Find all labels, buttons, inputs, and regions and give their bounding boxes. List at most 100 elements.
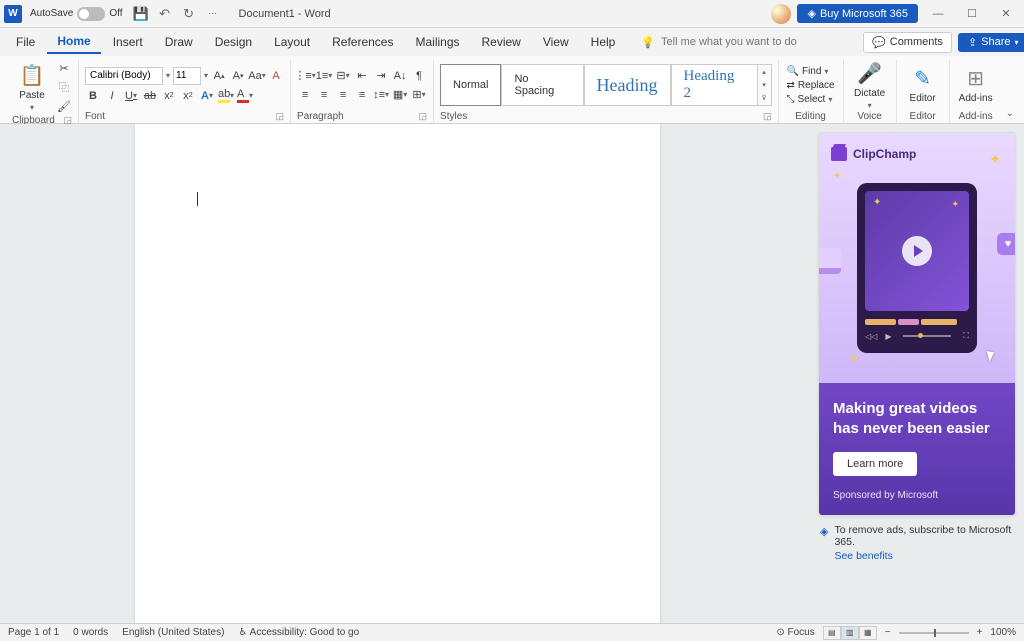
qat-customize[interactable]: ⋯ xyxy=(205,6,221,22)
zoom-in-button[interactable]: + xyxy=(977,627,983,638)
tab-mailings[interactable]: Mailings xyxy=(405,31,469,53)
replace-button[interactable]: ⇄Replace xyxy=(785,79,837,92)
learn-more-button[interactable]: Learn more xyxy=(833,452,917,476)
group-clipboard: 📋 Paste ▾ ✂ ⿻ 🖌 Clipboard◲ xyxy=(6,60,79,123)
read-mode-button[interactable]: ▤ xyxy=(823,626,841,640)
numbering-button[interactable]: 1≡▾ xyxy=(316,68,332,84)
save-icon: 💾 xyxy=(132,6,148,22)
paragraph-launcher[interactable]: ◲ xyxy=(419,111,428,122)
increase-indent-button[interactable]: ⇥ xyxy=(373,68,389,84)
tab-review[interactable]: Review xyxy=(472,31,531,53)
font-name-chevron-icon[interactable]: ▾ xyxy=(166,71,170,80)
clear-formatting-button[interactable]: A xyxy=(268,68,284,84)
chevron-down-icon[interactable]: ▾ xyxy=(868,101,872,110)
tab-design[interactable]: Design xyxy=(205,31,262,53)
user-avatar[interactable] xyxy=(771,4,791,24)
see-benefits-link[interactable]: See benefits xyxy=(834,550,1014,562)
paste-button[interactable]: 📋 Paste ▾ xyxy=(12,63,52,112)
minimize-button[interactable]: — xyxy=(924,2,952,26)
font-name-input[interactable] xyxy=(85,67,163,85)
styles-gallery-more[interactable]: ▴▾⊽ xyxy=(758,64,772,106)
subscript-button[interactable]: x2 xyxy=(161,88,177,104)
tab-home[interactable]: Home xyxy=(47,30,100,54)
accessibility-status[interactable]: ♿︎ Accessibility: Good to go xyxy=(238,627,359,638)
style-heading2[interactable]: Heading 2 xyxy=(671,64,758,106)
comments-button[interactable]: 💬 Comments xyxy=(863,32,952,53)
toggle-switch-icon[interactable] xyxy=(77,7,105,21)
styles-launcher[interactable]: ◲ xyxy=(763,111,772,122)
underline-button[interactable]: U▾ xyxy=(123,88,139,104)
editing-group-label: Editing xyxy=(795,111,826,122)
web-layout-button[interactable]: ▦ xyxy=(859,626,877,640)
page[interactable] xyxy=(135,124,660,623)
tab-help[interactable]: Help xyxy=(581,31,626,53)
italic-button[interactable]: I xyxy=(104,88,120,104)
redo-button[interactable]: ↻ xyxy=(181,6,197,22)
select-button[interactable]: ⤡Select▾ xyxy=(785,93,837,106)
tab-references[interactable]: References xyxy=(322,31,403,53)
font-size-chevron-icon[interactable]: ▾ xyxy=(204,71,208,80)
zoom-slider[interactable] xyxy=(899,632,969,634)
clipchamp-icon xyxy=(831,147,847,161)
chevron-down-icon[interactable]: ▾ xyxy=(30,103,34,112)
multilevel-list-button[interactable]: ⊟▾ xyxy=(335,68,351,84)
word-count[interactable]: 0 words xyxy=(73,627,108,638)
addins-button[interactable]: ⊞ Add-ins xyxy=(956,66,996,104)
font-launcher[interactable]: ◲ xyxy=(276,111,285,122)
save-button[interactable]: 💾 xyxy=(133,6,149,22)
language-indicator[interactable]: English (United States) xyxy=(122,627,224,638)
shading-button[interactable]: ▦▾ xyxy=(392,87,408,103)
dictate-button[interactable]: 🎤 Dictate ▾ xyxy=(850,61,890,110)
tell-me-search[interactable]: 💡 xyxy=(641,36,861,49)
find-button[interactable]: 🔍Find▾ xyxy=(785,65,837,78)
sort-button[interactable]: A↓ xyxy=(392,68,408,84)
change-case-button[interactable]: Aa▾ xyxy=(249,68,265,84)
copy-button[interactable]: ⿻ xyxy=(56,79,72,95)
align-right-button[interactable]: ≡ xyxy=(335,87,351,103)
tab-layout[interactable]: Layout xyxy=(264,31,320,53)
bold-button[interactable]: B xyxy=(85,88,101,104)
tab-file[interactable]: File xyxy=(6,31,45,53)
strikethrough-button[interactable]: ab xyxy=(142,88,158,104)
tell-me-input[interactable] xyxy=(661,36,861,48)
autosave-toggle[interactable]: AutoSave Off xyxy=(30,7,123,21)
editor-button[interactable]: ✎ Editor xyxy=(903,66,943,104)
undo-button[interactable]: ↶ xyxy=(157,6,173,22)
font-color-button[interactable]: A▾ xyxy=(237,88,253,104)
style-normal[interactable]: Normal xyxy=(440,64,501,106)
superscript-button[interactable]: x2 xyxy=(180,88,196,104)
collapse-ribbon-button[interactable]: ⌄ xyxy=(1002,104,1018,123)
font-size-input[interactable] xyxy=(173,67,201,85)
print-layout-button[interactable]: ▥ xyxy=(841,626,859,640)
borders-button[interactable]: ⊞▾ xyxy=(411,87,427,103)
justify-button[interactable]: ≡ xyxy=(354,87,370,103)
style-heading1[interactable]: Heading xyxy=(584,64,671,106)
grow-font-button[interactable]: A▴ xyxy=(211,68,227,84)
zoom-level[interactable]: 100% xyxy=(990,627,1016,638)
shrink-font-button[interactable]: A▾ xyxy=(230,68,246,84)
decrease-indent-button[interactable]: ⇤ xyxy=(354,68,370,84)
tab-draw[interactable]: Draw xyxy=(155,31,203,53)
tab-view[interactable]: View xyxy=(533,31,579,53)
format-painter-button[interactable]: 🖌 xyxy=(56,98,72,114)
focus-mode-button[interactable]: ⊙ Focus xyxy=(776,627,814,638)
highlight-button[interactable]: ab▾ xyxy=(218,88,234,104)
share-button[interactable]: ⇪ Share ▾ xyxy=(958,33,1024,52)
style-no-spacing[interactable]: No Spacing xyxy=(501,64,583,106)
show-marks-button[interactable]: ¶ xyxy=(411,68,427,84)
bullets-button[interactable]: ⋮≡▾ xyxy=(297,68,313,84)
cut-button[interactable]: ✂ xyxy=(56,60,72,76)
styles-group-label: Styles xyxy=(440,111,467,122)
zoom-out-button[interactable]: − xyxy=(885,627,891,638)
play-icon xyxy=(902,236,932,266)
page-indicator[interactable]: Page 1 of 1 xyxy=(8,627,59,638)
text-effects-button[interactable]: A▾ xyxy=(199,88,215,104)
line-spacing-button[interactable]: ↕≡▾ xyxy=(373,87,389,103)
document-canvas[interactable] xyxy=(0,124,810,623)
maximize-button[interactable]: ☐ xyxy=(958,2,986,26)
buy-microsoft-365-button[interactable]: ◈ Buy Microsoft 365 xyxy=(797,4,918,23)
tab-insert[interactable]: Insert xyxy=(103,31,153,53)
close-button[interactable]: ✕ xyxy=(992,2,1020,26)
align-center-button[interactable]: ≡ xyxy=(316,87,332,103)
align-left-button[interactable]: ≡ xyxy=(297,87,313,103)
